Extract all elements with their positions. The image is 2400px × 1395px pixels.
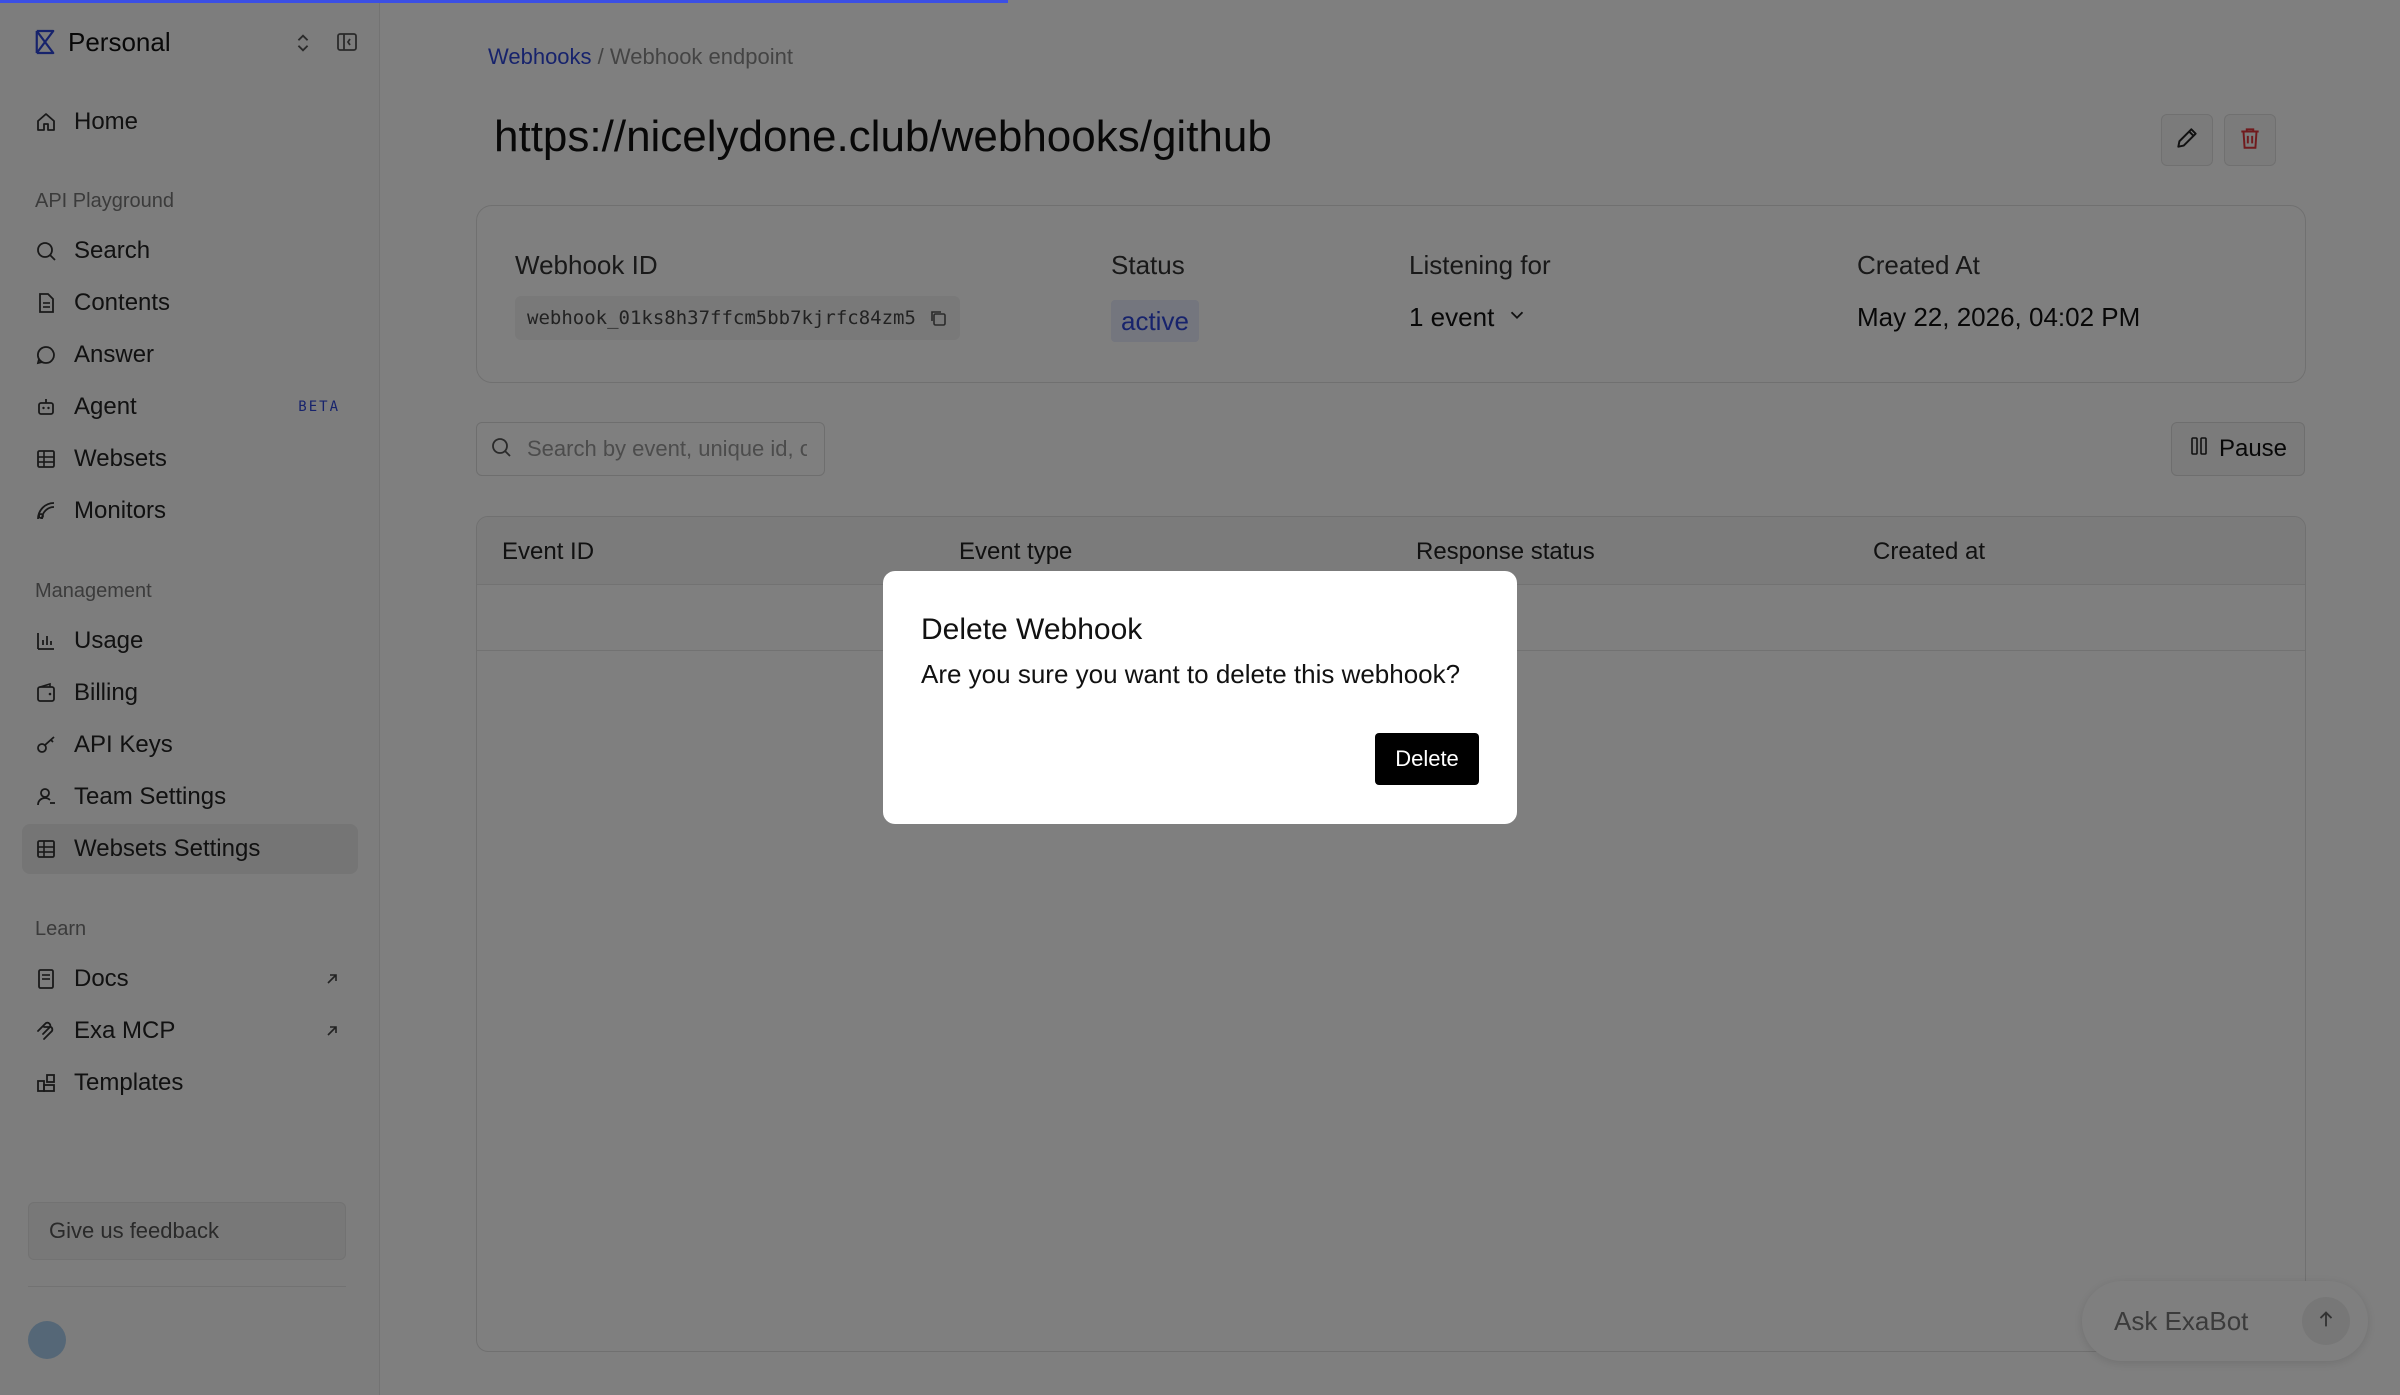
dialog-title: Delete Webhook: [921, 613, 1143, 646]
confirm-delete-button[interactable]: Delete: [1375, 733, 1479, 785]
loading-progress-bar: [0, 0, 1008, 3]
dialog-message: Are you sure you want to delete this web…: [921, 659, 1461, 689]
delete-webhook-dialog: Delete Webhook Are you sure you want to …: [883, 571, 1517, 824]
